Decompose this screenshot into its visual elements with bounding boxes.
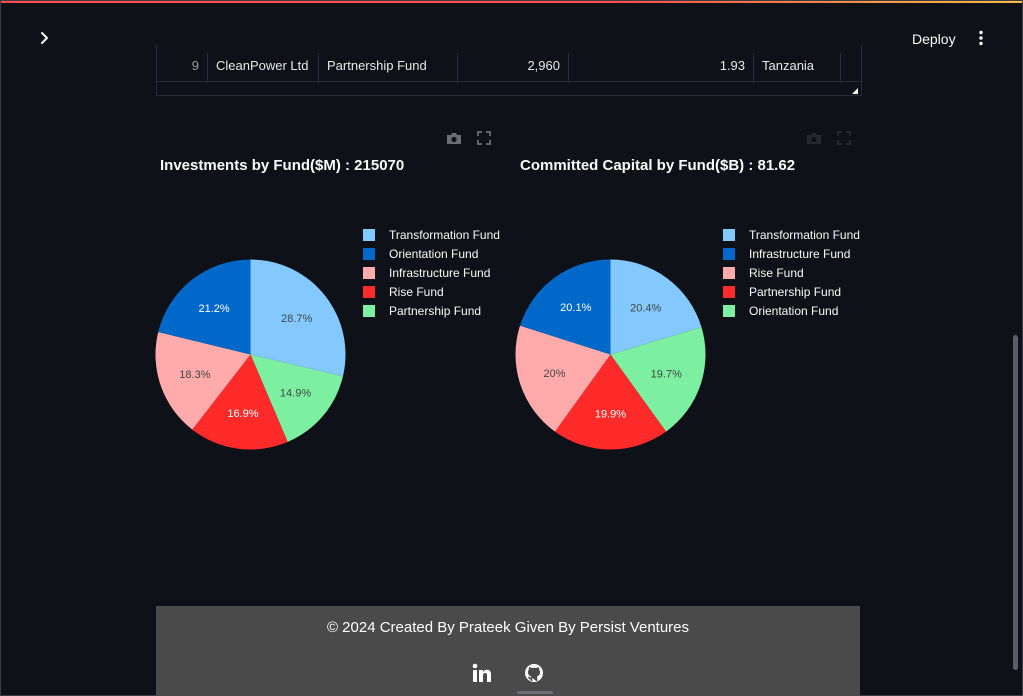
legend-label: Partnership Fund — [389, 303, 482, 318]
legend-item[interactable]: Rise Fund — [723, 263, 860, 282]
legend-item[interactable]: Transformation Fund — [723, 225, 860, 244]
pie-slice-label: 20.1% — [560, 302, 591, 314]
investment-cell[interactable]: 2,960 — [458, 53, 569, 83]
legend-item[interactable]: Transformation Fund — [363, 225, 500, 244]
pie-slice-label: 16.9% — [227, 408, 258, 420]
vertical-dots-icon — [979, 30, 983, 46]
legend-item[interactable]: Orientation Fund — [723, 301, 860, 320]
chart2-download-button[interactable] — [805, 130, 823, 146]
pie-slice-label: 19.9% — [595, 408, 626, 420]
pie-slice-label: 28.7% — [281, 313, 312, 325]
chevron-right-icon — [41, 32, 48, 44]
page-footer: © 2024 Created By Prateek Given By Persi… — [156, 606, 860, 696]
table-divider — [157, 81, 861, 82]
fullscreen-icon — [837, 131, 851, 145]
legend-label: Orientation Fund — [749, 303, 839, 318]
legend-swatch — [723, 228, 735, 241]
pie-slice-label: 20% — [544, 368, 566, 380]
legend-label: Rise Fund — [389, 284, 444, 299]
pie-slice-label: 18.3% — [179, 369, 210, 381]
legend-swatch — [363, 285, 375, 298]
legend-swatch — [723, 266, 735, 279]
country-cell[interactable]: Tanzania — [754, 53, 841, 83]
pie-slice-label: 21.2% — [199, 303, 230, 315]
fund-cell[interactable]: Partnership Fund — [319, 53, 458, 83]
legend-item[interactable]: Infrastructure Fund — [723, 244, 860, 263]
legend-swatch — [363, 228, 375, 241]
legend-item[interactable]: Infrastructure Fund — [363, 263, 500, 282]
sidebar-toggle-button[interactable] — [34, 27, 56, 49]
main-menu-button[interactable] — [971, 27, 991, 49]
camera-icon — [807, 132, 821, 144]
investments-pie-chart[interactable]: 28.7% 14.9% 16.9% 18.3% 21.2% — [155, 259, 346, 450]
pie-slice-label: 20.4% — [630, 302, 661, 314]
company-cell[interactable]: CleanPower Ltd — [208, 53, 319, 83]
legend-swatch — [363, 304, 375, 317]
chart2-fullscreen-button[interactable] — [835, 130, 853, 146]
legend-swatch — [723, 304, 735, 317]
legend-item[interactable]: Orientation Fund — [363, 244, 500, 263]
linkedin-icon — [472, 663, 491, 682]
table-row[interactable]: 9 CleanPower Ltd Partnership Fund 2,960 … — [157, 53, 841, 83]
legend-label: Transformation Fund — [389, 227, 500, 242]
bottom-scroll-indicator — [517, 691, 553, 694]
data-table[interactable]: 9 CleanPower Ltd Partnership Fund 2,960 … — [156, 45, 862, 96]
camera-icon — [447, 132, 461, 144]
legend-label: Rise Fund — [749, 265, 804, 280]
legend-item[interactable]: Rise Fund — [363, 282, 500, 301]
legend-item[interactable]: Partnership Fund — [363, 301, 500, 320]
row-index: 9 — [157, 53, 208, 83]
fullscreen-icon — [477, 131, 491, 145]
linkedin-link[interactable] — [470, 661, 494, 685]
chart1-legend[interactable]: Transformation Fund Orientation Fund Infra… — [363, 225, 500, 320]
github-icon — [525, 664, 543, 682]
chart1-title: Investments by Fund($M) : 215070 — [160, 157, 405, 174]
chart1-download-button[interactable] — [445, 130, 463, 146]
legend-label: Transformation Fund — [749, 227, 860, 242]
capital-cell[interactable]: 1.93 — [569, 53, 754, 83]
legend-swatch — [363, 266, 375, 279]
github-link[interactable] — [522, 661, 546, 685]
window-frame — [0, 0, 1023, 696]
chart2-title: Committed Capital by Fund($B) : 81.62 — [520, 157, 796, 174]
top-decoration-bar — [0, 0, 1023, 3]
legend-label: Orientation Fund — [389, 246, 479, 261]
legend-swatch — [363, 247, 375, 260]
page-scrollbar[interactable] — [1013, 335, 1018, 670]
deploy-button[interactable]: Deploy — [902, 27, 966, 51]
footer-credit-text: © 2024 Created By Prateek Given By Persi… — [326, 619, 690, 636]
pie-slice-label: 19.7% — [651, 368, 682, 380]
chart1-fullscreen-button[interactable] — [475, 130, 493, 146]
legend-item[interactable]: Partnership Fund — [723, 282, 860, 301]
chart2-legend[interactable]: Transformation Fund Infrastructure Fund Ri… — [723, 225, 860, 320]
legend-label: Infrastructure Fund — [749, 246, 851, 261]
legend-swatch — [723, 247, 735, 260]
table-resize-handle[interactable] — [852, 88, 858, 94]
pie-slice-label: 14.9% — [280, 387, 311, 399]
capital-pie-chart[interactable]: 20.4% 19.7% 19.9% 20% 20.1% — [515, 259, 706, 450]
legend-label: Partnership Fund — [749, 284, 842, 299]
legend-swatch — [723, 285, 735, 298]
legend-label: Infrastructure Fund — [389, 265, 491, 280]
